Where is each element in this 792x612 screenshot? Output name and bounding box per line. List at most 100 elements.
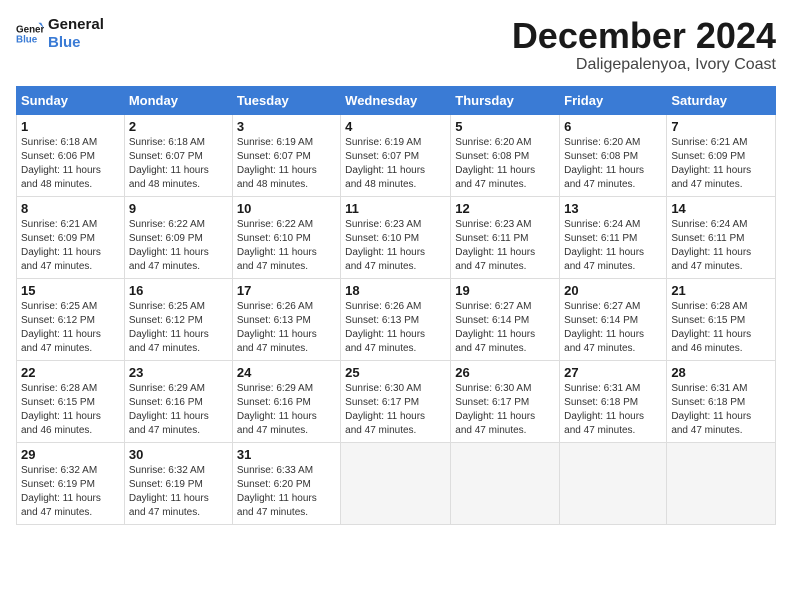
- day-detail: Sunrise: 6:31 AM Sunset: 6:18 PM Dayligh…: [564, 382, 662, 438]
- calendar-cell: [451, 442, 560, 524]
- day-detail: Sunrise: 6:26 AM Sunset: 6:13 PM Dayligh…: [237, 300, 336, 356]
- calendar-cell: 22 Sunrise: 6:28 AM Sunset: 6:15 PM Dayli…: [17, 360, 125, 442]
- calendar-cell: 17 Sunrise: 6:26 AM Sunset: 6:13 PM Dayli…: [232, 278, 340, 360]
- calendar: SundayMondayTuesdayWednesdayThursdayFrid…: [16, 86, 776, 525]
- calendar-cell: 16 Sunrise: 6:25 AM Sunset: 6:12 PM Dayli…: [124, 278, 232, 360]
- day-detail: Sunrise: 6:28 AM Sunset: 6:15 PM Dayligh…: [21, 382, 120, 438]
- day-detail: Sunrise: 6:30 AM Sunset: 6:17 PM Dayligh…: [455, 382, 555, 438]
- day-number: 25: [345, 365, 446, 380]
- day-number: 10: [237, 201, 336, 216]
- calendar-cell: 19 Sunrise: 6:27 AM Sunset: 6:14 PM Dayli…: [451, 278, 560, 360]
- day-detail: Sunrise: 6:33 AM Sunset: 6:20 PM Dayligh…: [237, 464, 336, 520]
- day-detail: Sunrise: 6:30 AM Sunset: 6:17 PM Dayligh…: [345, 382, 446, 438]
- location: Daligepalenyoa, Ivory Coast: [512, 56, 776, 74]
- day-number: 22: [21, 365, 120, 380]
- day-number: 27: [564, 365, 662, 380]
- day-number: 19: [455, 283, 555, 298]
- day-number: 31: [237, 447, 336, 462]
- day-number: 14: [671, 201, 771, 216]
- day-detail: Sunrise: 6:22 AM Sunset: 6:10 PM Dayligh…: [237, 218, 336, 274]
- calendar-cell: 26 Sunrise: 6:30 AM Sunset: 6:17 PM Dayli…: [451, 360, 560, 442]
- column-header-tuesday: Tuesday: [232, 86, 340, 114]
- calendar-cell: 15 Sunrise: 6:25 AM Sunset: 6:12 PM Dayli…: [17, 278, 125, 360]
- day-number: 2: [129, 119, 228, 134]
- day-number: 6: [564, 119, 662, 134]
- day-number: 26: [455, 365, 555, 380]
- column-header-sunday: Sunday: [17, 86, 125, 114]
- calendar-cell: 31 Sunrise: 6:33 AM Sunset: 6:20 PM Dayli…: [232, 442, 340, 524]
- day-detail: Sunrise: 6:28 AM Sunset: 6:15 PM Dayligh…: [671, 300, 771, 356]
- calendar-cell: 7Sunrise: 6:21 AM Sunset: 6:09 PM Daylig…: [667, 114, 776, 196]
- calendar-cell: 4Sunrise: 6:19 AM Sunset: 6:07 PM Daylig…: [341, 114, 451, 196]
- calendar-week-row: 29 Sunrise: 6:32 AM Sunset: 6:19 PM Dayli…: [17, 442, 776, 524]
- day-detail: Sunrise: 6:27 AM Sunset: 6:14 PM Dayligh…: [564, 300, 662, 356]
- logo: General Blue General Blue: [16, 16, 104, 52]
- day-detail: Sunrise: 6:22 AM Sunset: 6:09 PM Dayligh…: [129, 218, 228, 274]
- calendar-cell: 20Sunrise: 6:27 AM Sunset: 6:14 PM Dayli…: [560, 278, 667, 360]
- day-detail: Sunrise: 6:27 AM Sunset: 6:14 PM Dayligh…: [455, 300, 555, 356]
- column-header-monday: Monday: [124, 86, 232, 114]
- calendar-cell: 1 Sunrise: 6:18 AM Sunset: 6:06 PM Daylig…: [17, 114, 125, 196]
- day-detail: Sunrise: 6:20 AM Sunset: 6:08 PM Dayligh…: [455, 136, 555, 192]
- day-detail: Sunrise: 6:24 AM Sunset: 6:11 PM Dayligh…: [564, 218, 662, 274]
- day-detail: Sunrise: 6:29 AM Sunset: 6:16 PM Dayligh…: [237, 382, 336, 438]
- day-number: 3: [237, 119, 336, 134]
- day-detail: Sunrise: 6:32 AM Sunset: 6:19 PM Dayligh…: [21, 464, 120, 520]
- month-title: December 2024: [512, 16, 776, 56]
- calendar-week-row: 1 Sunrise: 6:18 AM Sunset: 6:06 PM Daylig…: [17, 114, 776, 196]
- day-number: 18: [345, 283, 446, 298]
- day-detail: Sunrise: 6:23 AM Sunset: 6:11 PM Dayligh…: [455, 218, 555, 274]
- calendar-cell: 14Sunrise: 6:24 AM Sunset: 6:11 PM Dayli…: [667, 196, 776, 278]
- calendar-cell: [341, 442, 451, 524]
- calendar-cell: 13Sunrise: 6:24 AM Sunset: 6:11 PM Dayli…: [560, 196, 667, 278]
- header: General Blue General Blue December 2024 …: [16, 16, 776, 74]
- calendar-cell: 30 Sunrise: 6:32 AM Sunset: 6:19 PM Dayli…: [124, 442, 232, 524]
- day-number: 1: [21, 119, 120, 134]
- day-number: 29: [21, 447, 120, 462]
- calendar-cell: 5 Sunrise: 6:20 AM Sunset: 6:08 PM Daylig…: [451, 114, 560, 196]
- calendar-cell: 10 Sunrise: 6:22 AM Sunset: 6:10 PM Dayli…: [232, 196, 340, 278]
- day-number: 5: [455, 119, 555, 134]
- day-detail: Sunrise: 6:23 AM Sunset: 6:10 PM Dayligh…: [345, 218, 446, 274]
- calendar-week-row: 22 Sunrise: 6:28 AM Sunset: 6:15 PM Dayli…: [17, 360, 776, 442]
- calendar-cell: 8Sunrise: 6:21 AM Sunset: 6:09 PM Daylig…: [17, 196, 125, 278]
- calendar-week-row: 15 Sunrise: 6:25 AM Sunset: 6:12 PM Dayli…: [17, 278, 776, 360]
- day-detail: Sunrise: 6:20 AM Sunset: 6:08 PM Dayligh…: [564, 136, 662, 192]
- calendar-week-row: 8Sunrise: 6:21 AM Sunset: 6:09 PM Daylig…: [17, 196, 776, 278]
- calendar-cell: 23Sunrise: 6:29 AM Sunset: 6:16 PM Dayli…: [124, 360, 232, 442]
- calendar-cell: [667, 442, 776, 524]
- column-header-saturday: Saturday: [667, 86, 776, 114]
- calendar-cell: 21 Sunrise: 6:28 AM Sunset: 6:15 PM Dayli…: [667, 278, 776, 360]
- day-number: 16: [129, 283, 228, 298]
- calendar-cell: 29 Sunrise: 6:32 AM Sunset: 6:19 PM Dayli…: [17, 442, 125, 524]
- day-number: 11: [345, 201, 446, 216]
- day-number: 9: [129, 201, 228, 216]
- title-area: December 2024 Daligepalenyoa, Ivory Coas…: [512, 16, 776, 74]
- calendar-header-row: SundayMondayTuesdayWednesdayThursdayFrid…: [17, 86, 776, 114]
- column-header-friday: Friday: [560, 86, 667, 114]
- logo-icon: General Blue: [16, 20, 44, 48]
- calendar-cell: 28Sunrise: 6:31 AM Sunset: 6:18 PM Dayli…: [667, 360, 776, 442]
- calendar-cell: [560, 442, 667, 524]
- day-detail: Sunrise: 6:18 AM Sunset: 6:06 PM Dayligh…: [21, 136, 120, 192]
- day-detail: Sunrise: 6:18 AM Sunset: 6:07 PM Dayligh…: [129, 136, 228, 192]
- calendar-cell: 18 Sunrise: 6:26 AM Sunset: 6:13 PM Dayli…: [341, 278, 451, 360]
- calendar-cell: 2 Sunrise: 6:18 AM Sunset: 6:07 PM Daylig…: [124, 114, 232, 196]
- calendar-cell: 6 Sunrise: 6:20 AM Sunset: 6:08 PM Daylig…: [560, 114, 667, 196]
- calendar-cell: 9 Sunrise: 6:22 AM Sunset: 6:09 PM Daylig…: [124, 196, 232, 278]
- calendar-cell: 27 Sunrise: 6:31 AM Sunset: 6:18 PM Dayli…: [560, 360, 667, 442]
- day-detail: Sunrise: 6:26 AM Sunset: 6:13 PM Dayligh…: [345, 300, 446, 356]
- day-detail: Sunrise: 6:25 AM Sunset: 6:12 PM Dayligh…: [21, 300, 120, 356]
- day-number: 15: [21, 283, 120, 298]
- day-number: 21: [671, 283, 771, 298]
- svg-text:Blue: Blue: [16, 34, 38, 45]
- day-number: 24: [237, 365, 336, 380]
- day-number: 8: [21, 201, 120, 216]
- day-detail: Sunrise: 6:32 AM Sunset: 6:19 PM Dayligh…: [129, 464, 228, 520]
- day-detail: Sunrise: 6:31 AM Sunset: 6:18 PM Dayligh…: [671, 382, 771, 438]
- day-detail: Sunrise: 6:29 AM Sunset: 6:16 PM Dayligh…: [129, 382, 228, 438]
- day-detail: Sunrise: 6:25 AM Sunset: 6:12 PM Dayligh…: [129, 300, 228, 356]
- calendar-cell: 11 Sunrise: 6:23 AM Sunset: 6:10 PM Dayli…: [341, 196, 451, 278]
- day-number: 17: [237, 283, 336, 298]
- day-number: 30: [129, 447, 228, 462]
